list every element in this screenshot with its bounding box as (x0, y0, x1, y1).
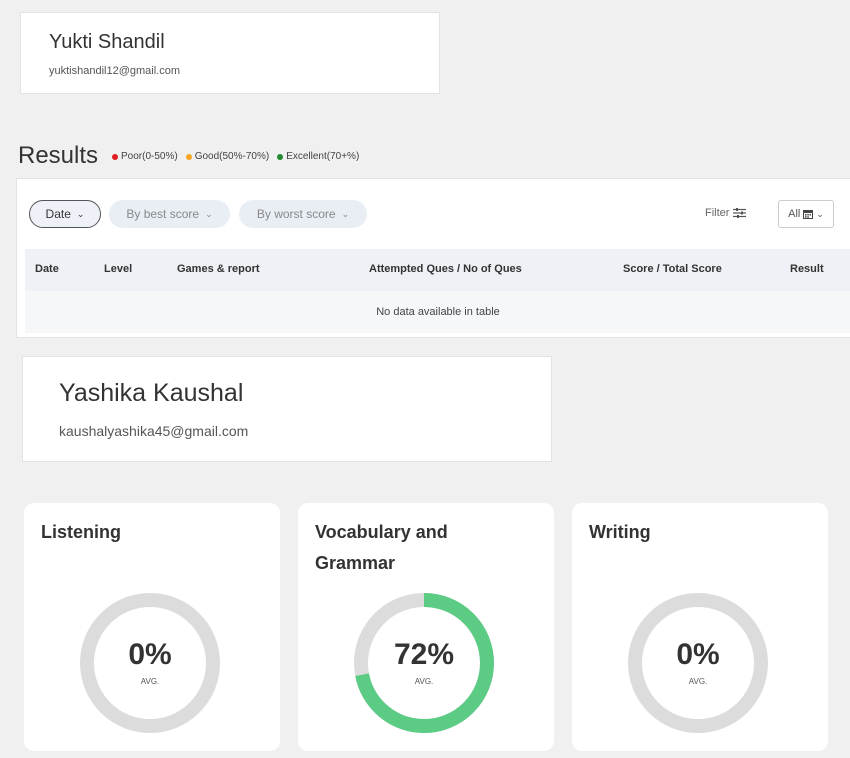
calendar-icon (803, 210, 814, 219)
progress-ring: 72% AVG. (353, 592, 495, 734)
results-table-header: Date Level Games & report Attempted Ques… (25, 249, 850, 291)
pill-label: By best score (126, 207, 200, 221)
chevron-down-icon: ⌄ (205, 208, 213, 219)
column-header-score[interactable]: Score / Total Score (623, 263, 722, 275)
sliders-icon (733, 208, 747, 218)
column-header-level[interactable]: Level (104, 263, 132, 275)
excellent-dot-icon (277, 153, 284, 160)
filter-label: Filter (705, 207, 730, 219)
user-email: yuktishandil12@gmail.com (49, 65, 181, 77)
avg-label: AVG. (414, 677, 434, 686)
good-dot-icon (185, 153, 192, 160)
chevron-down-icon: ⌄ (816, 208, 824, 219)
legend-label: Poor(0-50%) (121, 151, 178, 162)
filter-button[interactable]: Filter (705, 207, 747, 219)
skill-card-listening: Listening 0% AVG. (24, 503, 280, 751)
results-panel: Date ⌄ By best score ⌄ By worst score ⌄ … (16, 178, 850, 338)
legend-label: Excellent(70+%) (286, 151, 360, 162)
skill-title: Listening (41, 522, 121, 542)
table-empty-row: No data available in table (25, 291, 850, 333)
chevron-down-icon: ⌄ (76, 208, 85, 219)
pill-label: Date (45, 207, 71, 221)
column-header-games-report[interactable]: Games & report (177, 263, 260, 275)
legend-item-good: Good(50%-70%) (185, 151, 270, 162)
avg-label: AVG. (140, 677, 160, 686)
score-legend: Poor(0-50%) Good(50%-70%) Excellent(70+%… (112, 151, 359, 162)
legend-item-excellent: Excellent(70+%) (277, 151, 359, 162)
date-range-select[interactable]: All ⌄ (778, 200, 834, 228)
pill-label: By worst score (256, 207, 336, 221)
avg-label: AVG. (688, 677, 708, 686)
sort-by-date-button[interactable]: Date ⌄ (29, 200, 101, 228)
column-header-result[interactable]: Result (790, 263, 824, 275)
user-card-yukti: Yukti Shandil yuktishandil12@gmail.com (20, 12, 440, 94)
sort-by-worst-score-button[interactable]: By worst score ⌄ (239, 200, 367, 228)
poor-dot-icon (112, 153, 118, 160)
legend-item-poor: Poor(0-50%) (112, 151, 178, 162)
empty-message: No data available in table (376, 306, 500, 318)
percent-value: 0% (676, 638, 720, 671)
progress-ring: 0% AVG. (79, 592, 221, 734)
user-name: Yukti Shandil (49, 31, 165, 53)
skill-title: Writing (589, 522, 651, 542)
percent-value: 72% (393, 638, 455, 671)
legend-label: Good(50%-70%) (194, 151, 270, 162)
results-heading: Results (18, 142, 99, 169)
column-header-date[interactable]: Date (35, 263, 59, 275)
percent-value: 0% (128, 638, 172, 671)
user-card-yashika: Yashika Kaushal kaushalyashika45@gmail.c… (22, 356, 552, 462)
skill-card-writing: Writing 0% AVG. (572, 503, 828, 751)
column-header-attempted[interactable]: Attempted Ques / No of Ques (369, 263, 522, 275)
user-name: Yashika Kaushal (59, 379, 244, 407)
progress-ring: 0% AVG. (627, 592, 769, 734)
user-email: kaushalyashika45@gmail.com (59, 423, 249, 439)
sort-by-best-score-button[interactable]: By best score ⌄ (109, 200, 230, 228)
skill-title: Vocabulary and Grammar (315, 522, 448, 573)
select-value: All (788, 208, 801, 220)
chevron-down-icon: ⌄ (341, 208, 350, 219)
skill-card-vocabulary-grammar: Vocabulary and Grammar 72% AVG. (298, 503, 554, 751)
